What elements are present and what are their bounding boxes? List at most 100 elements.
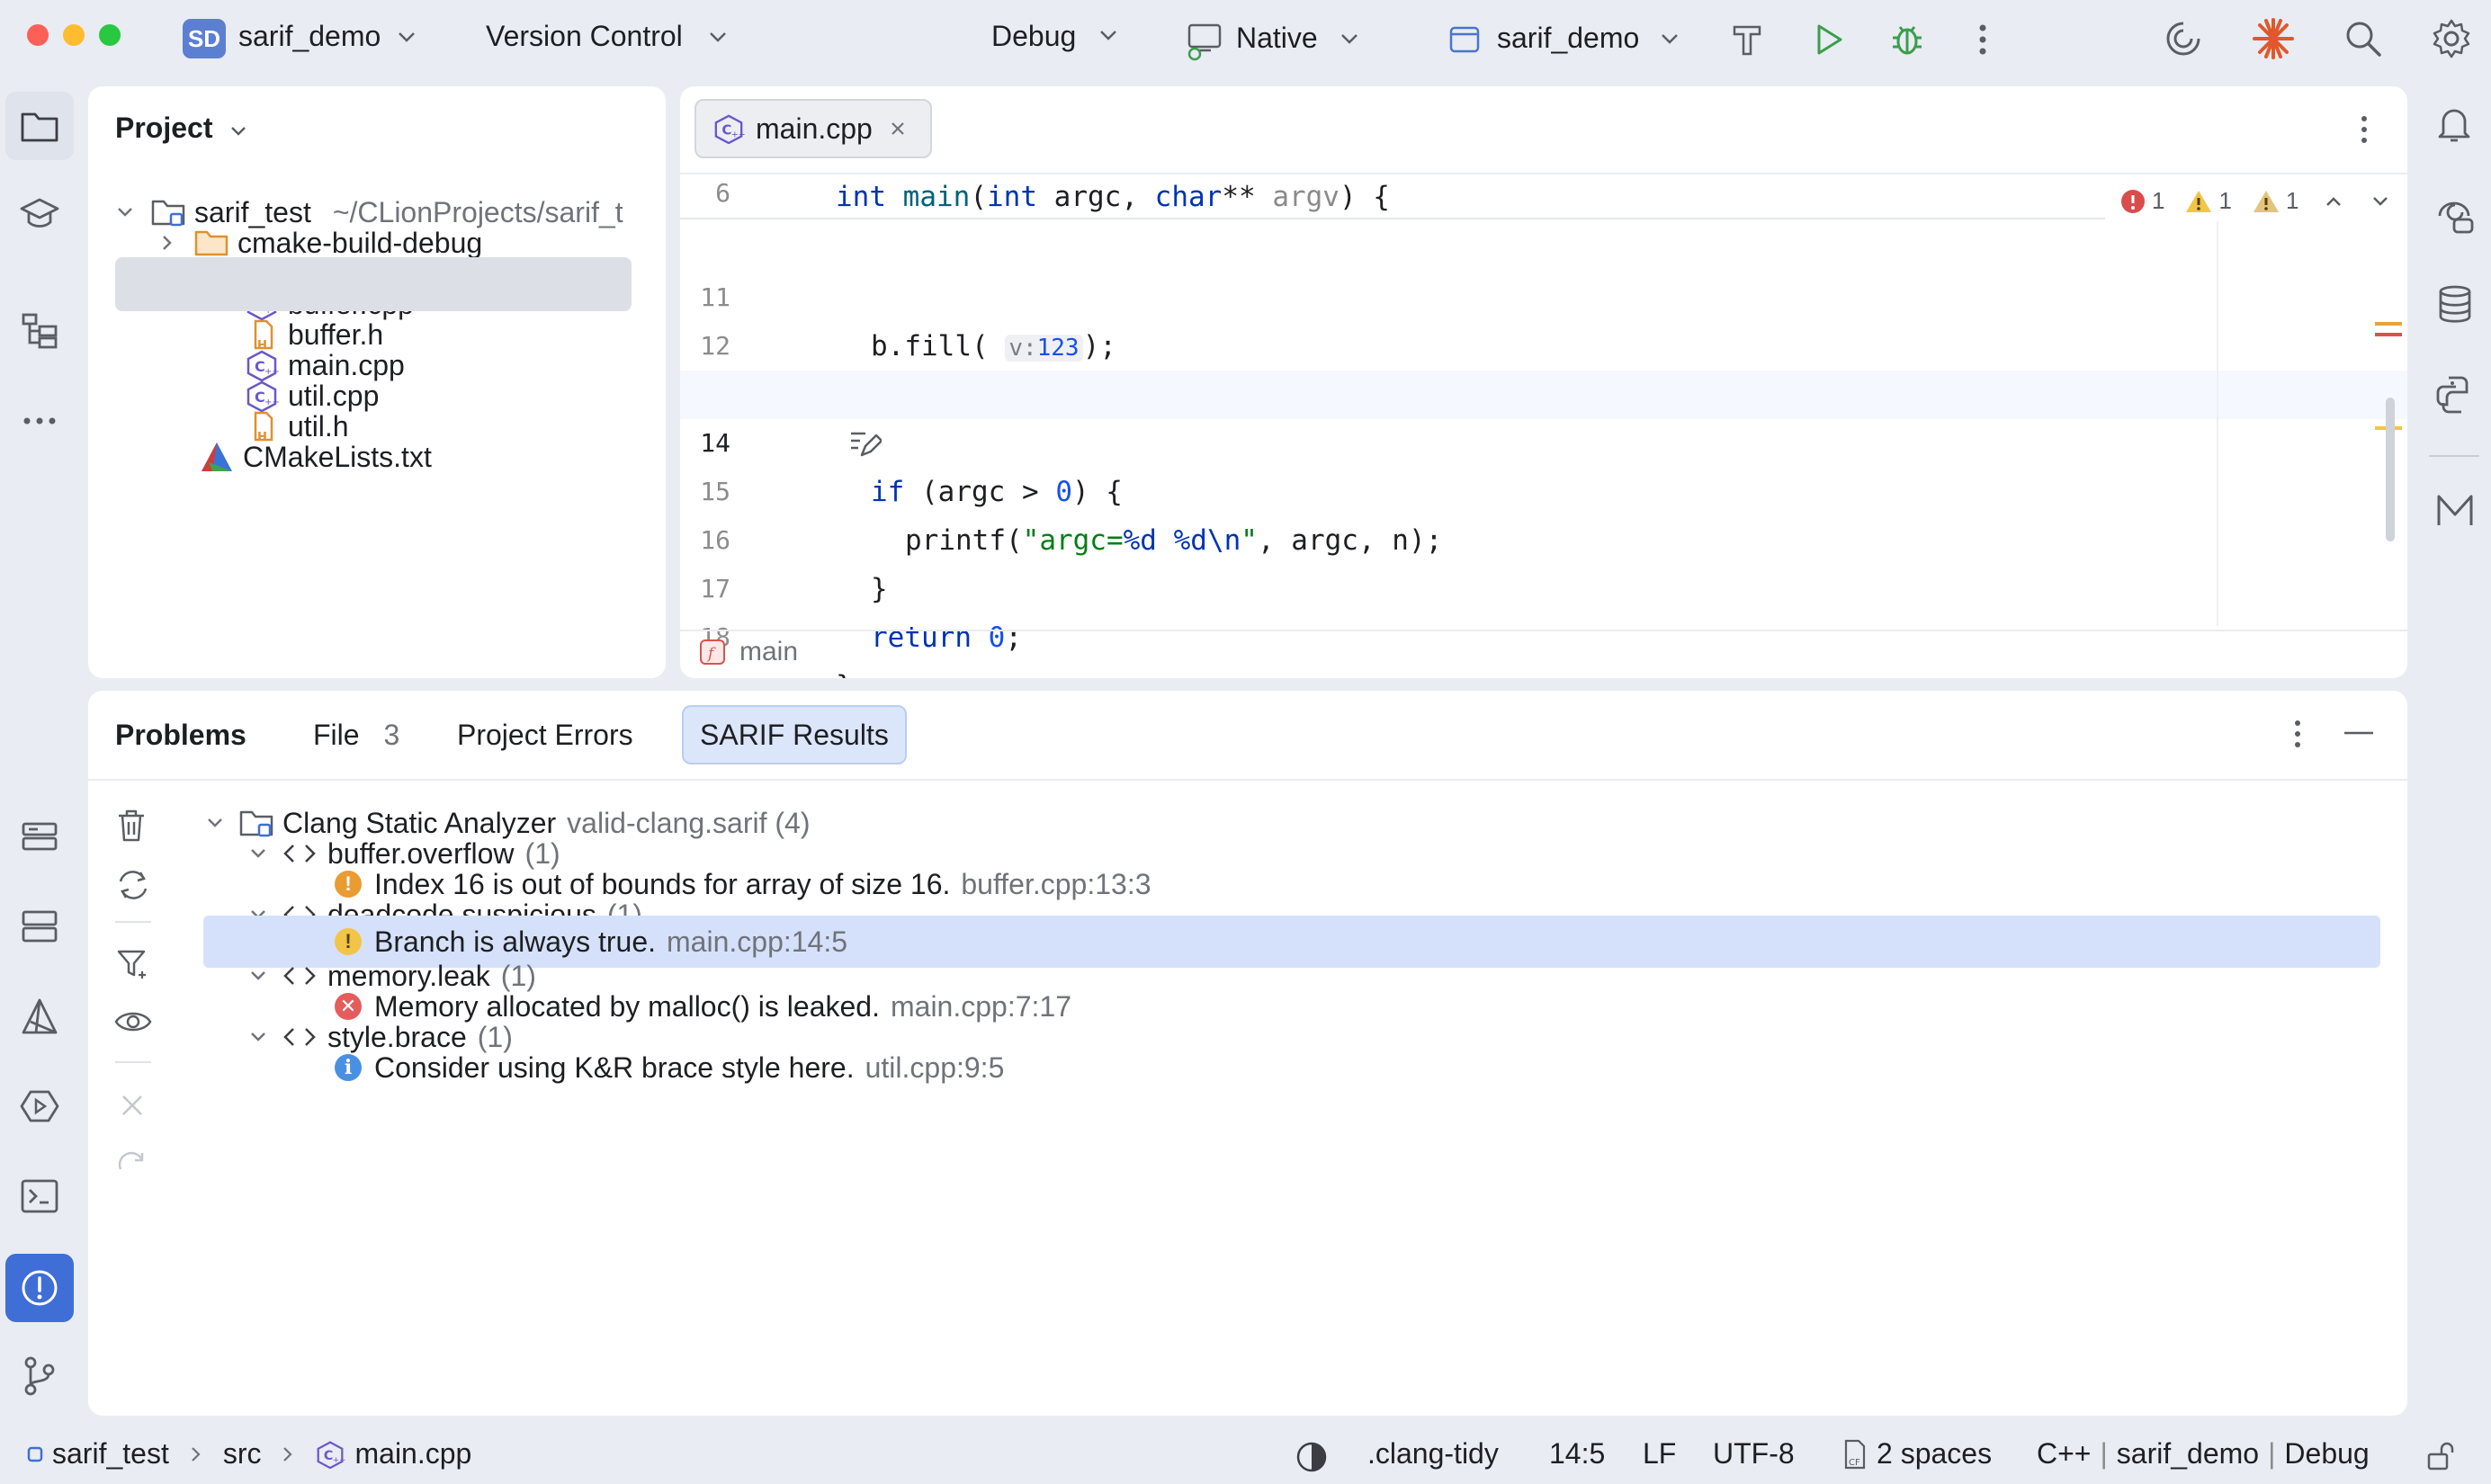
linter-status[interactable]: .clang-tidy (1367, 1437, 1499, 1471)
problem-location[interactable]: main.cpp:14:5 (667, 925, 847, 959)
markdown-m-icon[interactable] (2434, 491, 2476, 529)
tab-project-errors[interactable]: Project Errors (441, 705, 650, 764)
notifications-bell-icon[interactable] (2434, 104, 2474, 144)
run-target-selector[interactable]: sarif_demo (1497, 22, 1639, 55)
chevron-down-icon[interactable] (1098, 27, 1119, 43)
code-line[interactable]: 11 b.fill( v:123); (680, 225, 2407, 362)
cmake-tool-button[interactable] (5, 892, 74, 961)
learn-tool-button[interactable] (5, 180, 74, 248)
problem-location[interactable]: util.cpp:9:5 (865, 1051, 1005, 1085)
more-actions-icon[interactable] (1972, 20, 1994, 59)
code-line[interactable]: 13 (680, 322, 2407, 457)
breadcrumb-function: main (739, 637, 799, 666)
chevron-down-icon[interactable] (228, 124, 248, 139)
language-context[interactable]: C++ | sarif_demo | Debug (2037, 1437, 2370, 1471)
chevron-down-icon[interactable] (248, 846, 282, 861)
debug-icon[interactable] (1887, 20, 1927, 59)
redo-icon (117, 1148, 148, 1175)
structure-tool-button[interactable] (5, 297, 74, 365)
code-line[interactable]: 18 } (680, 565, 2407, 678)
chevron-down-icon[interactable] (396, 29, 417, 45)
cmake-triangle-tool-button[interactable] (5, 982, 74, 1050)
line-separator[interactable]: LF (1643, 1437, 1676, 1471)
chevron-down-icon[interactable] (1659, 31, 1680, 47)
git-tool-button[interactable] (5, 1342, 74, 1410)
lock-open-icon[interactable] (2425, 1441, 2456, 1471)
minimize-window-button[interactable] (63, 24, 85, 46)
chevron-down-icon[interactable] (115, 205, 151, 219)
status-breadcrumb[interactable]: sarif_test src C ++ main.cpp (27, 1437, 471, 1471)
terminal-tool-button[interactable] (5, 1162, 74, 1230)
python-console-icon[interactable] (2434, 374, 2476, 416)
chevron-down-icon[interactable] (1339, 31, 1360, 47)
chevron-down-icon[interactable] (707, 29, 729, 45)
indent-setting[interactable]: CF 2 spaces (1841, 1437, 1992, 1471)
version-control-menu[interactable]: Version Control (486, 20, 683, 53)
search-icon[interactable] (2343, 18, 2384, 59)
tree-item-cmakelists[interactable]: CMakeLists.txt (200, 432, 432, 482)
chevron-down-icon[interactable] (248, 969, 282, 983)
theme-contrast-icon[interactable] (1295, 1441, 1328, 1473)
caret-position[interactable]: 14:5 (1549, 1437, 1605, 1471)
tab-problems[interactable]: Problems (99, 705, 263, 764)
problem-location[interactable]: buffer.cpp:13:3 (961, 868, 1151, 901)
close-tab-icon[interactable] (889, 120, 907, 138)
code-line-current[interactable]: 14 if (argc > 0) { (680, 371, 2407, 508)
build-hammer-icon[interactable] (1727, 20, 1767, 59)
filter-icon[interactable] (115, 946, 151, 982)
problems-tool-button[interactable] (5, 1254, 74, 1322)
chevron-down-icon[interactable] (248, 1030, 282, 1044)
problem-location[interactable]: main.cpp:7:17 (891, 990, 1071, 1024)
code-line[interactable]: 12 int n = util::sum( a:1, b:2); (680, 273, 2407, 411)
crumb-file[interactable]: main.cpp (354, 1437, 471, 1471)
toolchain-selector[interactable]: Native (1236, 22, 1318, 55)
project-badge[interactable]: SD (183, 19, 226, 58)
problem-item-row[interactable]: i Consider using K&R brace style here. u… (335, 1041, 1004, 1094)
services-tool-button[interactable] (5, 802, 74, 871)
crumb-folder[interactable]: src (223, 1437, 262, 1471)
file-encoding[interactable]: UTF-8 (1713, 1437, 1795, 1471)
code-line[interactable]: 17 return 0; (680, 516, 2407, 654)
code-line[interactable]: 15 printf("argc=%d %d\n", argc, n); (680, 419, 2407, 557)
warning-count: 1 (2218, 187, 2232, 214)
svg-text:++: ++ (333, 1455, 345, 1464)
chevron-down-icon[interactable] (2370, 194, 2390, 209)
strip-divider (2429, 455, 2479, 457)
code-line[interactable]: 16 } (680, 468, 2407, 605)
inspection-widget[interactable]: 1 1 1 (2119, 187, 2390, 215)
ai-chat-icon[interactable] (2434, 196, 2476, 236)
minimize-panel-icon[interactable] (2343, 729, 2375, 738)
editor-tab-main-cpp[interactable]: C ++ main.cpp (694, 99, 932, 158)
project-panel-title[interactable]: Project (115, 112, 212, 145)
error-stripe-marker[interactable] (2375, 333, 2402, 336)
editor-scrollbar[interactable] (2386, 398, 2395, 541)
build-config-selector[interactable]: Debug (991, 20, 1076, 53)
more-tools-button[interactable] (5, 387, 74, 455)
settings-gear-icon[interactable] (2431, 18, 2472, 59)
delete-trash-icon[interactable] (115, 808, 148, 844)
database-icon[interactable] (2436, 284, 2474, 324)
editor-more-icon[interactable] (2353, 112, 2375, 148)
chevron-up-icon[interactable] (2324, 194, 2343, 209)
title-bar: SD sarif_demo Version Control Debug Nati… (0, 0, 2491, 77)
refresh-icon[interactable] (115, 867, 151, 903)
chevron-down-icon[interactable] (205, 816, 239, 830)
tab-sarif-results[interactable]: SARIF Results (682, 705, 907, 764)
run-tool-button[interactable] (5, 1072, 74, 1140)
zoom-window-button[interactable] (99, 24, 121, 46)
run-icon[interactable] (1808, 20, 1848, 59)
crumb-project[interactable]: sarif_test (52, 1437, 169, 1471)
close-window-button[interactable] (27, 24, 49, 46)
sparkle-icon[interactable] (2251, 16, 2296, 61)
error-count: 1 (2152, 187, 2165, 214)
module-icon (27, 1446, 43, 1462)
editor-breadcrumb[interactable]: f main (698, 637, 798, 667)
tab-file[interactable]: File 3 (297, 705, 416, 764)
toolchain-icon[interactable] (1184, 22, 1223, 61)
project-tool-button[interactable] (5, 92, 74, 160)
problems-more-icon[interactable] (2287, 716, 2308, 752)
error-stripe-marker[interactable] (2375, 322, 2402, 326)
project-name[interactable]: sarif_demo (238, 20, 381, 53)
ai-assistant-icon[interactable] (2163, 18, 2204, 59)
eye-icon[interactable] (113, 1007, 153, 1036)
